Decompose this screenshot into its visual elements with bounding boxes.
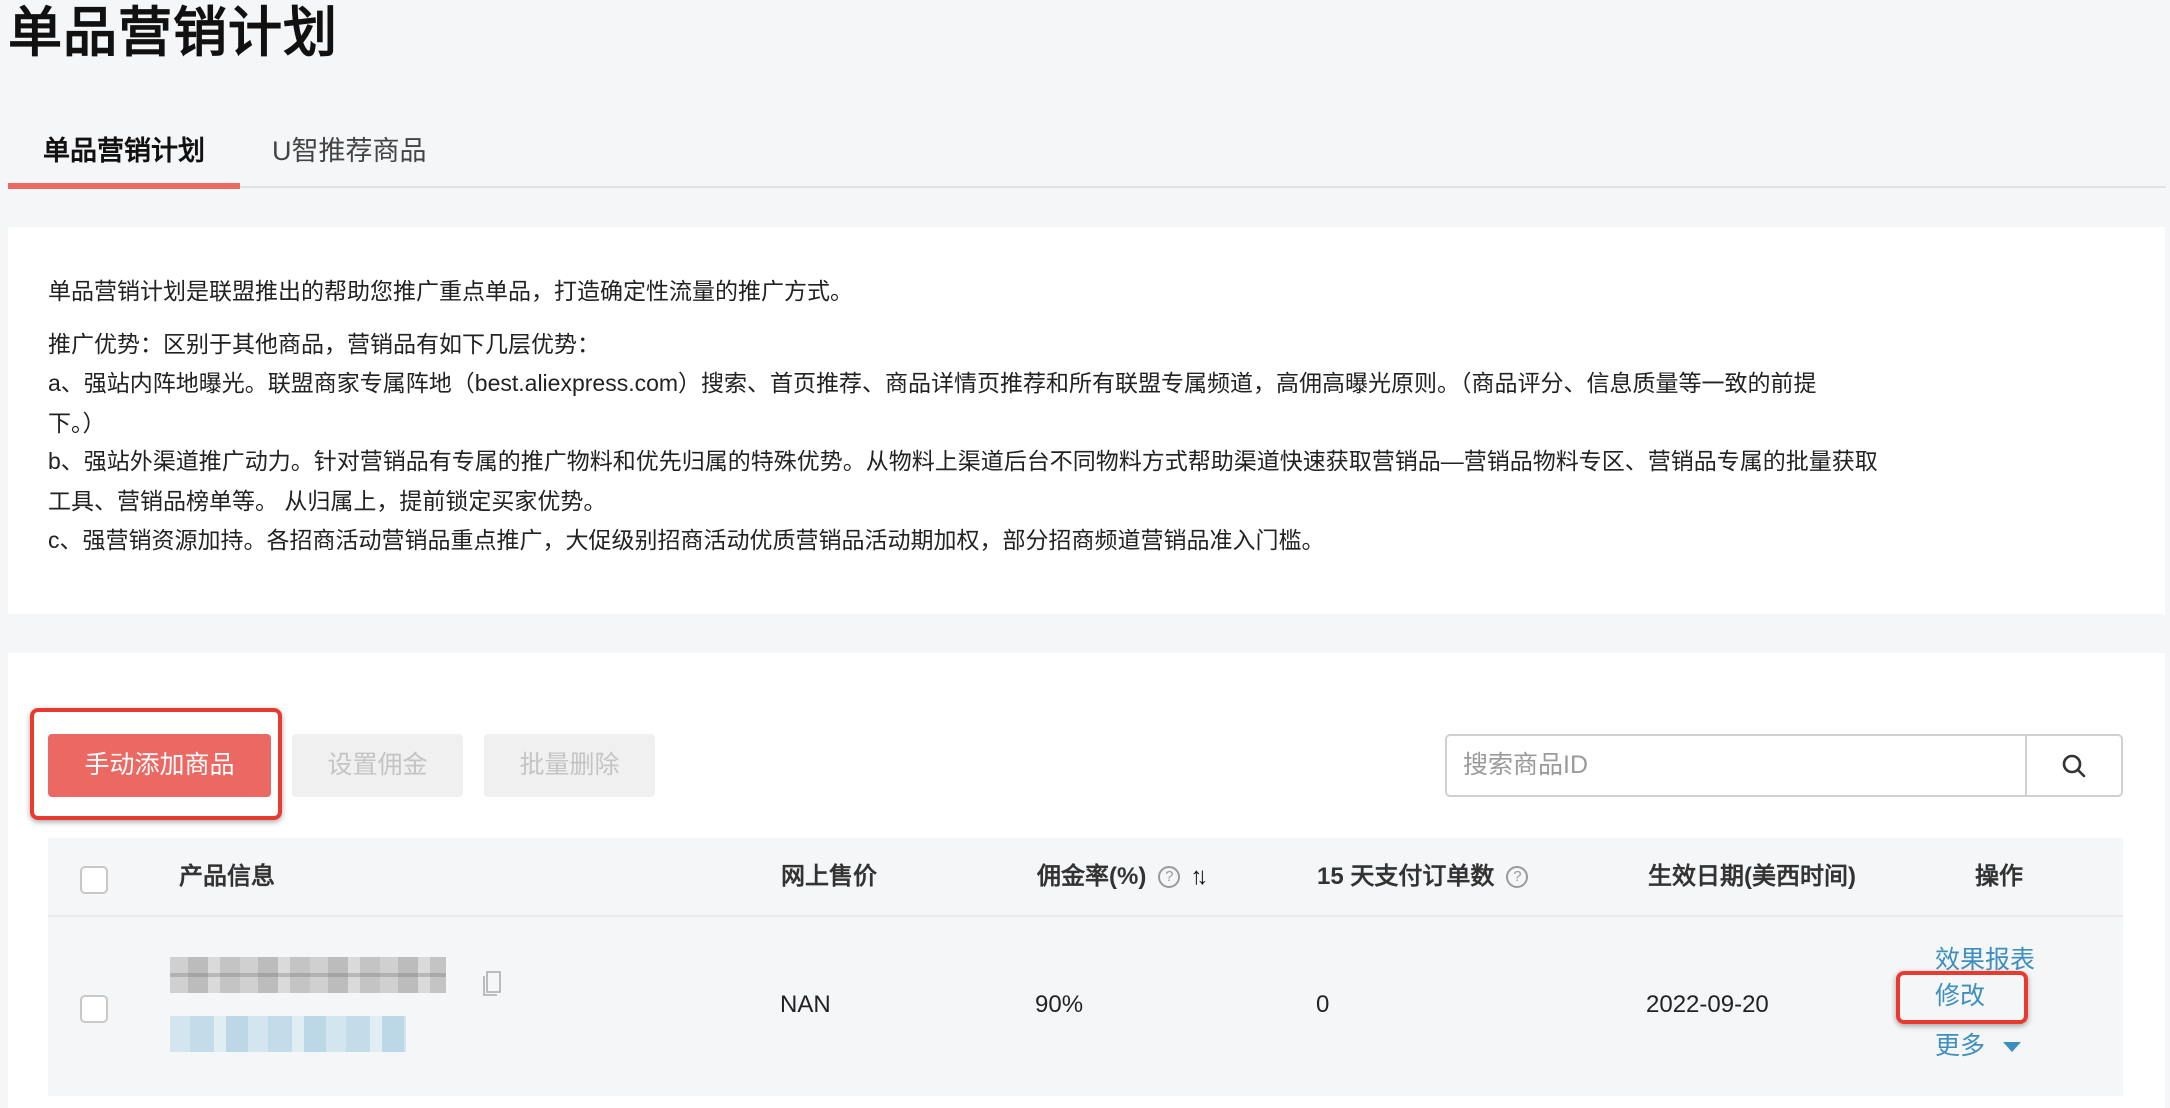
search-button[interactable] (2025, 736, 2121, 795)
header-label: 15 天支付订单数 (1317, 863, 1495, 890)
tab-u-smart-recommend[interactable]: U智推荐商品 (272, 120, 427, 188)
header-label: 产品信息 (179, 863, 275, 890)
intro-line: b、强站外渠道推广动力。针对营销品有专属的推广物料和优先归属的特殊优势。从物料上… (48, 448, 1878, 474)
header-label: 网上售价 (781, 863, 877, 890)
intro-line: 工具、营销品榜单等。 从归属上，提前锁定买家优势。 (48, 488, 607, 514)
cell-price: NAN (780, 991, 831, 1018)
batch-delete-button[interactable]: 批量删除 (484, 734, 655, 797)
row-checkbox[interactable] (80, 995, 108, 1023)
cell-orders: 0 (1316, 991, 1330, 1018)
tab-bar: 单品营销计划 U智推荐商品 (8, 120, 2166, 189)
header-product-info: 产品信息 (179, 838, 275, 915)
cell-effective-date: 2022-09-20 (1646, 991, 1769, 1018)
product-table: 产品信息 网上售价 佣金率(%) ? ↑↓ 15 天支付订单数 ? 生效日期(美… (48, 838, 2123, 1096)
search-icon (2062, 754, 2086, 777)
header-effective-date: 生效日期(美西时间) (1648, 838, 1856, 915)
sort-icon[interactable]: ↑↓ (1190, 838, 1208, 915)
page-title: 单品营销计划 (8, 3, 338, 63)
header-actions: 操作 (1975, 838, 2023, 915)
intro-line: a、强站内阵地曝光。联盟商家专属阵地（best.aliexpress.com）搜… (48, 370, 1817, 396)
product-name-redacted (170, 957, 446, 993)
set-commission-button[interactable]: 设置佣金 (292, 734, 463, 797)
copy-icon[interactable] (480, 969, 504, 997)
header-commission: 佣金率(%) ? ↑↓ (1037, 838, 1208, 915)
help-icon[interactable]: ? (1506, 865, 1529, 888)
header-label: 佣金率(%) (1037, 863, 1147, 890)
cell-commission: 90% (1035, 991, 1084, 1018)
table-header: 产品信息 网上售价 佣金率(%) ? ↑↓ 15 天支付订单数 ? 生效日期(美… (48, 838, 2123, 917)
product-list-card: 手动添加商品 设置佣金 批量删除 产品信息 网上售价 佣金率(%) ? ↑↓ 1… (8, 653, 2165, 1108)
intro-line: 推广优势：区别于其他商品，营销品有如下几层优势： (48, 331, 600, 357)
add-product-button[interactable]: 手动添加商品 (48, 734, 271, 797)
header-orders: 15 天支付订单数 ? (1317, 838, 1529, 915)
table-row: NAN 90% 0 2022-09-20 效果报表 修改 更多 (48, 917, 2123, 1096)
header-label: 操作 (1975, 863, 2023, 890)
tab-single-product-plan[interactable]: 单品营销计划 (8, 120, 240, 189)
help-icon[interactable]: ? (1158, 865, 1181, 888)
intro-card: 单品营销计划是联盟推出的帮助您推广重点单品，打造确定性流量的推广方式。 推广优势… (8, 227, 2165, 614)
search-input[interactable] (1447, 736, 2025, 795)
search-box (1445, 734, 2123, 797)
header-label: 生效日期(美西时间) (1648, 863, 1856, 890)
caret-down-icon (2003, 1042, 2022, 1053)
more-dropdown[interactable]: 更多 (1935, 1026, 2022, 1062)
product-link-redacted[interactable] (170, 1016, 406, 1052)
intro-line: 下。） (48, 410, 106, 436)
intro-line: c、强营销资源加持。各招商活动营销品重点推广，大促级别招商活动优质营销品活动期加… (48, 527, 1325, 553)
report-link[interactable]: 效果报表 (1935, 940, 2035, 976)
header-price: 网上售价 (781, 838, 877, 915)
more-label: 更多 (1935, 1032, 1986, 1060)
edit-link[interactable]: 修改 (1935, 976, 1985, 1012)
intro-line: 单品营销计划是联盟推出的帮助您推广重点单品，打造确定性流量的推广方式。 (48, 278, 853, 304)
select-all-checkbox[interactable] (80, 866, 108, 894)
